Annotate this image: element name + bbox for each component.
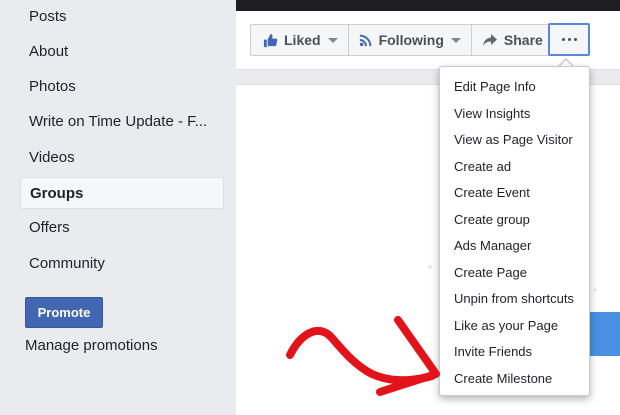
menu-item-create-page[interactable]: Create Page: [440, 260, 589, 287]
menu-item-view-insights[interactable]: View Insights: [440, 101, 589, 128]
chevron-down-icon: [327, 37, 338, 43]
sidebar-item-photos[interactable]: Photos: [20, 71, 224, 103]
promote-button[interactable]: Promote: [25, 297, 103, 328]
menu-item-edit-page-info[interactable]: Edit Page Info: [440, 74, 589, 101]
cover-photo-edge: [236, 0, 620, 11]
sidebar-item-community[interactable]: Community: [20, 248, 224, 280]
sidebar-item-write-on-time-update[interactable]: Write on Time Update - F...: [20, 106, 224, 138]
page-action-buttons: Liked Following Share: [250, 24, 554, 56]
menu-item-unpin-from-shortcuts[interactable]: Unpin from shortcuts: [440, 286, 589, 313]
menu-item-like-as-your-page[interactable]: Like as your Page: [440, 313, 589, 340]
liked-label: Liked: [284, 32, 321, 48]
chevron-down-icon: [450, 37, 461, 43]
following-label: Following: [378, 32, 444, 48]
share-arrow-icon: [482, 33, 498, 47]
menu-item-view-as-page-visitor[interactable]: View as Page Visitor: [440, 127, 589, 154]
thumbs-up-icon: [263, 33, 278, 48]
more-options-menu: Edit Page Info View Insights View as Pag…: [439, 66, 590, 396]
sidebar-item-about[interactable]: About: [20, 36, 224, 68]
more-options-button[interactable]: [548, 23, 590, 56]
menu-item-create-group[interactable]: Create group: [440, 207, 589, 234]
liked-button[interactable]: Liked: [250, 24, 348, 56]
sidebar-item-offers[interactable]: Offers: [20, 212, 224, 244]
manage-promotions-link[interactable]: Manage promotions: [25, 336, 158, 356]
menu-item-invite-friends[interactable]: Invite Friends: [440, 339, 589, 366]
ellipsis-icon: [561, 38, 577, 41]
left-sidebar: Posts About Photos Write on Time Update …: [0, 0, 236, 415]
menu-item-ads-manager[interactable]: Ads Manager: [440, 233, 589, 260]
menu-item-create-ad[interactable]: Create ad: [440, 154, 589, 181]
rss-feed-icon: [359, 33, 373, 47]
sidebar-item-videos[interactable]: Videos: [20, 142, 224, 174]
sidebar-item-groups[interactable]: Groups: [20, 177, 224, 209]
following-button[interactable]: Following: [347, 24, 471, 56]
sidebar-item-posts[interactable]: Posts: [20, 1, 224, 33]
menu-item-create-event[interactable]: Create Event: [440, 180, 589, 207]
share-label: Share: [503, 32, 543, 48]
menu-item-create-milestone[interactable]: Create Milestone: [440, 366, 589, 393]
share-button[interactable]: Share: [470, 24, 554, 56]
